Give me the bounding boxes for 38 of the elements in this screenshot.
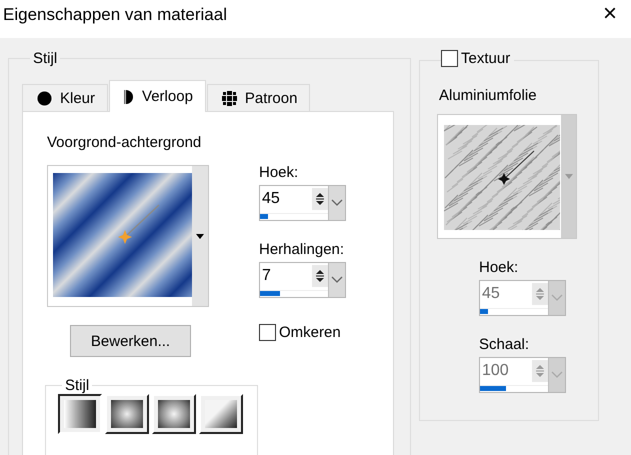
tab[interactable]: Patroon — [206, 84, 310, 111]
spin-arrows-icon — [535, 364, 545, 378]
dropdown-button[interactable] — [328, 186, 345, 220]
checkbox-label[interactable]: Omkeren — [279, 324, 341, 341]
spin-button[interactable] — [312, 188, 328, 210]
tab[interactable]: Verloop — [109, 80, 206, 112]
checkbox[interactable] — [441, 50, 458, 67]
number-field[interactable]: 7 — [259, 262, 346, 298]
field-label: Herhalingen: — [259, 241, 346, 258]
gradient-preview[interactable] — [53, 173, 192, 297]
spin-button[interactable] — [312, 265, 328, 287]
number-field[interactable]: 45 — [259, 185, 346, 221]
chevron-icon — [331, 276, 343, 284]
spin-arrows-icon — [315, 192, 325, 206]
dropdown-button[interactable] — [328, 263, 345, 297]
chevron-icon — [551, 371, 563, 379]
spin-arrows-icon — [535, 287, 545, 301]
group-label: Stijl — [64, 377, 90, 394]
caret-icon — [196, 234, 204, 238]
window-title: Eigenschappen van materiaal — [2, 4, 227, 25]
gradient-name: Voorgrond-achtergrond — [47, 134, 202, 151]
gradient-style-button[interactable] — [58, 394, 102, 434]
field-label: Hoek: — [259, 164, 300, 181]
dotted-circle-icon — [222, 90, 237, 106]
field-label: Schaal: — [479, 336, 530, 353]
close-button[interactable]: × — [602, 0, 631, 26]
chevron-icon — [331, 199, 343, 207]
edit-button[interactable]: Bewerken... — [70, 325, 191, 357]
spin-arrows-icon — [315, 269, 325, 283]
group-label: Stijl — [32, 50, 58, 67]
tab[interactable]: Kleur — [22, 84, 108, 111]
caret-icon — [564, 174, 572, 179]
chevron-icon — [551, 294, 563, 302]
field-label: Hoek: — [479, 259, 520, 276]
checkbox-label[interactable]: Textuur — [461, 50, 510, 67]
checkbox[interactable] — [259, 324, 276, 341]
circle-icon — [37, 90, 52, 106]
texture-name: Aluminiumfolie — [439, 87, 538, 104]
